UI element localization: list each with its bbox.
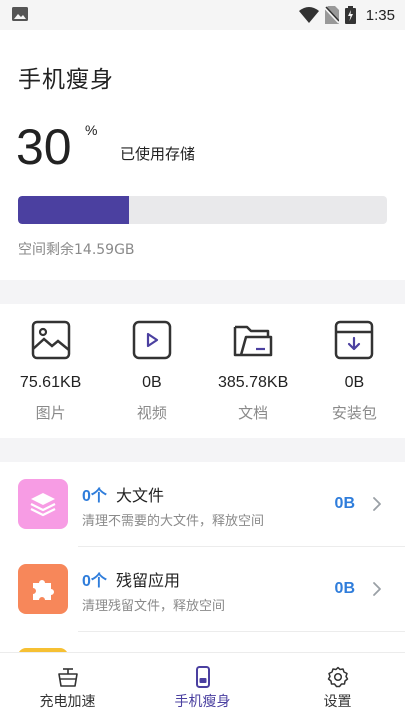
status-time: 1:35 (365, 6, 395, 24)
item-size: 0B (334, 580, 355, 597)
list-divider (78, 631, 405, 632)
category-packages[interactable]: 0B 安装包 (304, 304, 405, 438)
page-title: 手机瘦身 (18, 67, 114, 93)
tab-label: 手机瘦身 (174, 694, 231, 710)
category-size: 0B (344, 374, 365, 391)
section-divider (0, 280, 405, 304)
cleanup-list: 0个 大文件 清理不需要的大文件，释放空间 0B 0个 残留应用 清理残留文件，… (0, 462, 405, 652)
storage-summary: 手机瘦身 30 % 已使用存储 空间剩余14.59GB (0, 30, 405, 280)
section-divider (0, 438, 405, 462)
status-bar: 1:35 (0, 0, 405, 30)
tab-charge-boost[interactable]: 充电加速 (0, 653, 135, 720)
category-label: 安装包 (331, 404, 377, 422)
bottom-tab-bar: 充电加速 手机瘦身 设置 (0, 652, 405, 720)
battery-charging-icon (344, 6, 356, 24)
image-notification-icon (12, 7, 28, 21)
item-title: 大文件 (116, 486, 165, 505)
category-size: 0B (142, 374, 162, 391)
category-label: 视频 (136, 404, 167, 422)
category-videos[interactable]: 0B 视频 (101, 304, 202, 438)
item-description: 清理不需要的大文件，释放空间 (82, 514, 265, 529)
tab-label: 设置 (323, 694, 352, 710)
folder-icon (233, 325, 273, 357)
category-documents[interactable]: 385.78KB 文档 (203, 304, 304, 438)
item-count: 0个 (82, 488, 107, 505)
remaining-space: 空间剩余14.59GB (18, 242, 135, 258)
category-size: 385.78KB (217, 374, 289, 391)
layers-icon (30, 493, 56, 517)
chevron-right-icon (373, 582, 381, 596)
used-storage-label: 已使用存储 (120, 145, 196, 163)
video-icon (132, 320, 172, 360)
item-title: 残留应用 (116, 571, 181, 590)
basket-icon (57, 668, 78, 687)
category-grid: 75.61KB 图片 0B 视频 385.78KB 文档 0B 安装包 (0, 304, 405, 438)
category-images[interactable]: 75.61KB 图片 (0, 304, 101, 438)
category-label: 图片 (35, 404, 66, 422)
tab-label: 充电加速 (39, 694, 96, 710)
storage-progress-bar (18, 196, 387, 224)
residual-apps-tile (18, 564, 68, 614)
item-count: 0个 (82, 573, 107, 590)
gear-icon (327, 666, 348, 688)
category-label: 文档 (238, 404, 269, 422)
no-sim-icon (324, 6, 339, 24)
tab-settings[interactable]: 设置 (270, 653, 405, 720)
residual-apps-title: 0个 残留应用 (82, 567, 180, 591)
large-files-tile (18, 479, 68, 529)
puzzle-icon (33, 580, 54, 600)
percent-sign: % (85, 122, 98, 138)
tab-phone-slim[interactable]: 手机瘦身 (135, 653, 270, 720)
storage-progress-fill (18, 196, 129, 224)
item-description: 清理残留文件，释放空间 (82, 599, 226, 614)
package-icon (335, 320, 374, 360)
chevron-right-icon (373, 497, 381, 511)
item-size: 0B (334, 495, 355, 512)
list-item-large-files[interactable]: 0个 大文件 清理不需要的大文件，释放空间 0B (0, 462, 405, 546)
list-item-residual-apps[interactable]: 0个 残留应用 清理残留文件，释放空间 0B (0, 547, 405, 631)
category-size: 75.61KB (19, 374, 82, 391)
large-files-title: 0个 大文件 (82, 482, 164, 506)
image-icon (31, 320, 70, 360)
phone-icon (195, 666, 210, 688)
used-percent: 30 (16, 119, 72, 175)
wifi-icon (298, 7, 319, 23)
